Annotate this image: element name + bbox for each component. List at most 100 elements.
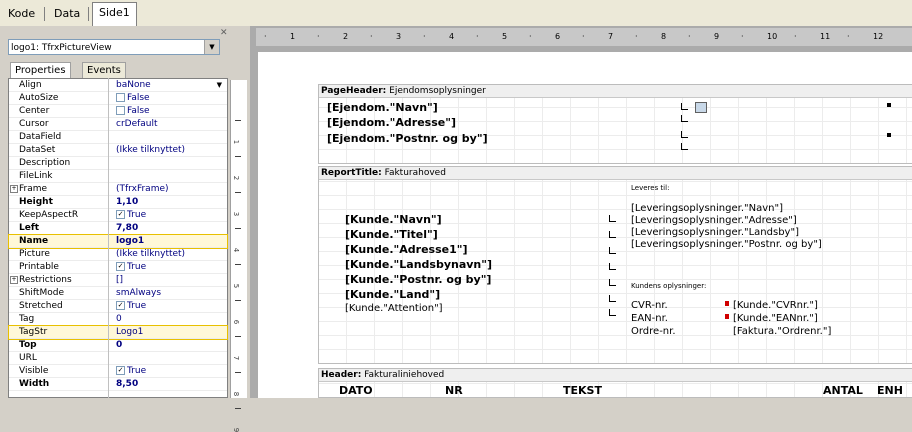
property-row[interactable]: Height 1,10 xyxy=(9,196,227,209)
property-row[interactable]: AutoSize False xyxy=(9,92,227,105)
property-value[interactable]: 1,10 xyxy=(116,196,224,208)
property-value[interactable]: (Ikke tilknyttet) xyxy=(116,248,224,260)
property-row[interactable]: Description xyxy=(9,157,227,170)
chevron-down-icon[interactable]: ▼ xyxy=(217,79,222,91)
memo-property-address[interactable]: [Ejendom."Adresse"] xyxy=(327,116,456,129)
property-row[interactable]: KeepAspectR ✓ True xyxy=(9,209,227,222)
property-value[interactable]: ✓ True xyxy=(116,209,224,221)
property-row[interactable]: Center False xyxy=(9,105,227,118)
property-value[interactable]: Logo1 xyxy=(116,326,224,338)
property-row[interactable]: Visible ✓ True xyxy=(9,365,227,378)
expand-icon[interactable]: + xyxy=(10,276,18,284)
property-value[interactable]: ✓ True xyxy=(116,365,224,377)
column-header-date[interactable]: DATO xyxy=(339,384,373,397)
memo-customer-cvr[interactable]: [Kunde."CVRnr."] xyxy=(733,300,818,311)
property-row[interactable]: Stretched ✓ True xyxy=(9,300,227,313)
checkbox-checked-icon[interactable]: ✓ xyxy=(116,301,125,310)
property-value[interactable]: logo1 xyxy=(116,235,224,247)
property-row[interactable]: Tag 0 xyxy=(9,313,227,326)
property-row[interactable]: Printable ✓ True xyxy=(9,261,227,274)
logo-picture-icon[interactable] xyxy=(695,102,707,113)
memo-property-name[interactable]: [Ejendom."Navn"] xyxy=(327,101,438,114)
property-row[interactable]: Width 8,50 xyxy=(9,378,227,391)
checkbox-unchecked-icon[interactable] xyxy=(116,106,125,115)
memo-delivery-village[interactable]: [Leveringsoplysninger."Landsby"] xyxy=(631,227,799,238)
memo-customer-attention[interactable]: [Kunde."Attention"] xyxy=(345,303,443,314)
memo-customer-ean[interactable]: [Kunde."EANnr."] xyxy=(733,313,818,324)
selection-handle[interactable] xyxy=(887,133,891,137)
label-cvr[interactable]: CVR-nr. xyxy=(631,300,668,311)
property-row[interactable]: DataField xyxy=(9,131,227,144)
property-row[interactable]: Align baNone ▼ xyxy=(9,79,227,92)
property-row[interactable]: Cursor crDefault xyxy=(9,118,227,131)
checkbox-checked-icon[interactable]: ✓ xyxy=(116,366,125,375)
property-value[interactable]: (Ikke tilknyttet) xyxy=(116,144,224,156)
property-value[interactable]: 8,50 xyxy=(116,378,224,390)
memo-customer-postcode[interactable]: [Kunde."Postnr. og by"] xyxy=(345,273,491,286)
ruler-number: 8 xyxy=(232,391,241,397)
checkbox-checked-icon[interactable]: ✓ xyxy=(116,262,125,271)
property-value[interactable]: 0 xyxy=(116,313,224,325)
memo-customer-title[interactable]: [Kunde."Titel"] xyxy=(345,228,438,241)
selection-handle[interactable] xyxy=(887,103,891,107)
property-value[interactable]: ✓ True xyxy=(116,261,224,273)
property-row[interactable]: FileLink xyxy=(9,170,227,183)
property-value[interactable]: baNone ▼ xyxy=(116,79,224,91)
property-row[interactable]: TagStr Logo1 xyxy=(8,325,228,340)
property-value[interactable]: (TfrxFrame) xyxy=(116,183,224,195)
expand-icon[interactable]: + xyxy=(10,185,18,193)
property-row[interactable]: URL xyxy=(9,352,227,365)
delivery-caption[interactable]: Leveres til: xyxy=(631,184,669,192)
tab-events[interactable]: Events xyxy=(82,62,126,79)
chevron-down-icon[interactable]: ▼ xyxy=(204,40,219,54)
property-row[interactable]: Top 0 xyxy=(9,339,227,352)
error-marker-icon xyxy=(725,301,729,306)
memo-invoice-order[interactable]: [Faktura."Ordrenr."] xyxy=(733,326,831,337)
property-row[interactable]: ShiftMode smAlways xyxy=(9,287,227,300)
memo-customer-address[interactable]: [Kunde."Adresse1"] xyxy=(345,243,468,256)
property-value[interactable]: False xyxy=(116,105,224,117)
property-row[interactable]: + Frame (TfrxFrame) xyxy=(9,183,227,196)
property-name: Restrictions xyxy=(19,275,72,285)
customer-info-caption[interactable]: Kundens oplysninger: xyxy=(631,282,706,290)
close-icon[interactable]: ✕ xyxy=(220,28,228,38)
column-header-number[interactable]: NR xyxy=(445,384,463,397)
tab-code[interactable]: Kode xyxy=(2,4,41,24)
checkbox-checked-icon[interactable]: ✓ xyxy=(116,210,125,219)
memo-customer-name[interactable]: [Kunde."Navn"] xyxy=(345,213,442,226)
property-value[interactable]: False xyxy=(116,92,224,104)
property-value[interactable]: [] xyxy=(116,274,224,286)
memo-customer-country[interactable]: [Kunde."Land"] xyxy=(345,288,440,301)
column-header-unit[interactable]: ENH xyxy=(877,384,903,397)
tab-properties[interactable]: Properties xyxy=(10,62,71,79)
property-row[interactable]: + Restrictions [] xyxy=(9,274,227,287)
band-header[interactable]: Header: Fakturaliniehoved DATO NR TEKST … xyxy=(318,368,912,398)
memo-delivery-address[interactable]: [Leveringsoplysninger."Adresse"] xyxy=(631,215,797,226)
memo-delivery-name[interactable]: [Leveringsoplysninger."Navn"] xyxy=(631,203,783,214)
column-header-quantity[interactable]: ANTAL xyxy=(823,384,863,397)
label-order[interactable]: Ordre-nr. xyxy=(631,326,676,337)
memo-customer-village[interactable]: [Kunde."Landsbynavn"] xyxy=(345,258,492,271)
property-row[interactable]: Left 7,80 xyxy=(9,222,227,235)
checkbox-unchecked-icon[interactable] xyxy=(116,93,125,102)
memo-property-postcode[interactable]: [Ejendom."Postnr. og by"] xyxy=(327,132,488,145)
tab-data[interactable]: Data xyxy=(48,4,86,24)
property-row[interactable]: DataSet (Ikke tilknyttet) xyxy=(9,144,227,157)
property-value[interactable]: 0 xyxy=(116,339,224,351)
column-header-text[interactable]: TEKST xyxy=(563,384,602,397)
property-row[interactable]: Name logo1 xyxy=(8,234,228,249)
band-report-title[interactable]: ReportTitle: Fakturahoved [Kunde."Navn"]… xyxy=(318,166,912,364)
property-value[interactable]: ✓ True xyxy=(116,300,224,312)
property-name: Stretched xyxy=(19,301,63,311)
property-row[interactable]: Picture (Ikke tilknyttet) xyxy=(9,248,227,261)
memo-delivery-postcode[interactable]: [Leveringsoplysninger."Postnr. og by"] xyxy=(631,239,822,250)
object-selector-combo[interactable]: logo1: TfrxPictureView ▼ xyxy=(8,39,220,55)
tab-page1[interactable]: Side1 xyxy=(92,2,137,26)
ruler-tick: · xyxy=(794,32,797,41)
property-value[interactable]: 7,80 xyxy=(116,222,224,234)
property-value[interactable]: smAlways xyxy=(116,287,224,299)
label-ean[interactable]: EAN-nr. xyxy=(631,313,668,324)
property-grid-divider[interactable] xyxy=(108,78,109,398)
property-value[interactable]: crDefault xyxy=(116,118,224,130)
band-page-header[interactable]: PageHeader: Ejendomsoplysninger [Ejendom… xyxy=(318,84,912,164)
